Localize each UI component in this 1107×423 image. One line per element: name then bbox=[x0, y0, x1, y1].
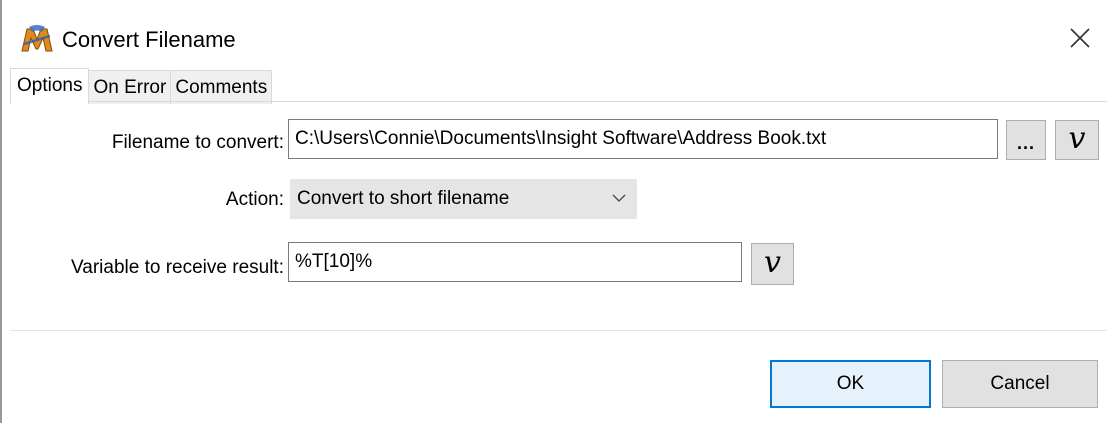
tab-comments[interactable]: Comments bbox=[170, 70, 273, 104]
close-button[interactable] bbox=[1064, 22, 1096, 54]
tab-on-error[interactable]: On Error bbox=[88, 70, 172, 104]
variable-icon: v bbox=[1068, 121, 1086, 156]
browse-button-label: ... bbox=[1016, 133, 1035, 153]
cancel-button[interactable]: Cancel bbox=[942, 360, 1098, 408]
filename-input[interactable]: C:\Users\Connie\Documents\Insight Softwa… bbox=[288, 119, 998, 159]
result-variable-label: Variable to receive result: bbox=[71, 257, 284, 278]
chevron-down-icon bbox=[612, 194, 626, 202]
window-title: Convert Filename bbox=[62, 27, 236, 52]
variable-icon: v bbox=[764, 245, 781, 280]
browse-button[interactable]: ... bbox=[1006, 120, 1046, 160]
tab-strip: Options On Error Comments bbox=[10, 68, 273, 104]
filename-label: Filename to convert: bbox=[111, 132, 284, 153]
filename-variable-button[interactable]: v bbox=[1055, 120, 1099, 160]
title-bar[interactable]: Convert Filename bbox=[0, 0, 1107, 66]
action-dropdown[interactable]: Convert to short filename bbox=[290, 179, 637, 219]
close-icon bbox=[1070, 28, 1090, 48]
convert-filename-dialog: Convert Filename Options On Error Commen… bbox=[0, 0, 1107, 423]
tab-options[interactable]: Options bbox=[10, 68, 90, 104]
action-selected-value: Convert to short filename bbox=[297, 188, 510, 209]
macro-scheduler-m-icon bbox=[20, 24, 54, 54]
footer-divider bbox=[10, 330, 1107, 331]
ok-button[interactable]: OK bbox=[770, 360, 931, 408]
action-label: Action: bbox=[225, 189, 284, 210]
tab-panel-border bbox=[10, 101, 1107, 102]
result-variable-input[interactable]: %T[10]% bbox=[288, 242, 742, 282]
result-variable-button[interactable]: v bbox=[751, 243, 794, 285]
